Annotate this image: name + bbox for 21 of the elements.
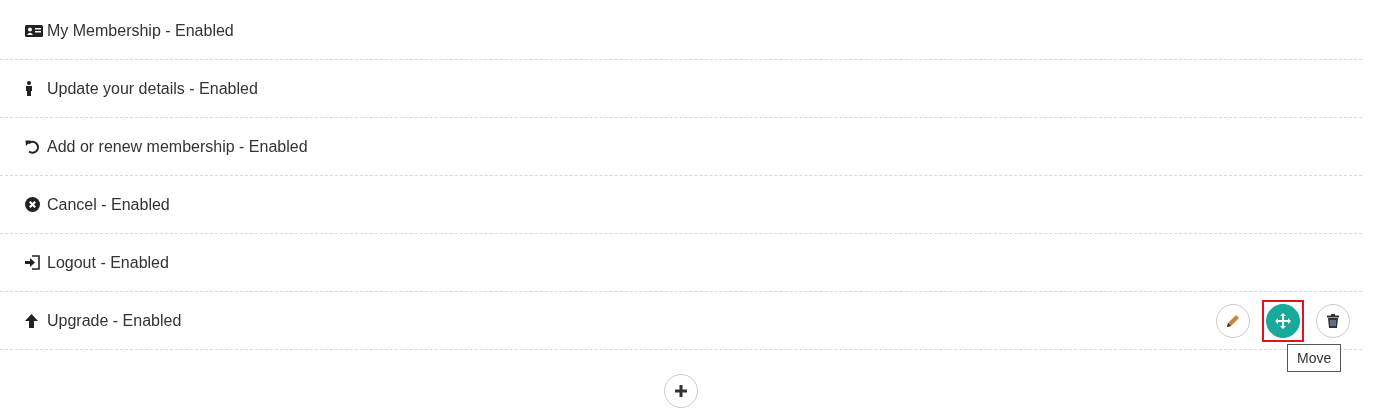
tooltip: Move — [1287, 343, 1342, 372]
move-icon — [1275, 312, 1291, 329]
menu-item-label: Cancel - Enabled — [47, 195, 170, 214]
menu-item-label: Logout - Enabled — [47, 253, 169, 272]
move-button[interactable] — [1266, 303, 1300, 338]
menu-item-label: My Membership - Enabled — [47, 21, 234, 40]
undo-icon — [25, 139, 40, 154]
trash-icon — [1327, 313, 1339, 328]
cancel-icon — [25, 197, 40, 212]
sign-in-icon — [25, 255, 40, 270]
pencil-icon — [1226, 313, 1240, 328]
plus-icon — [675, 385, 687, 397]
delete-button[interactable] — [1316, 303, 1350, 338]
arrow-up-icon — [25, 313, 38, 328]
menu-item-label: Upgrade - Enabled — [47, 311, 182, 330]
menu-item-label: Update your details - Enabled — [47, 79, 258, 98]
person-icon — [25, 81, 33, 96]
add-button[interactable] — [664, 374, 698, 408]
edit-button[interactable] — [1216, 303, 1250, 338]
id-card-icon — [25, 24, 43, 37]
menu-item-label: Add or renew membership - Enabled — [47, 137, 308, 156]
